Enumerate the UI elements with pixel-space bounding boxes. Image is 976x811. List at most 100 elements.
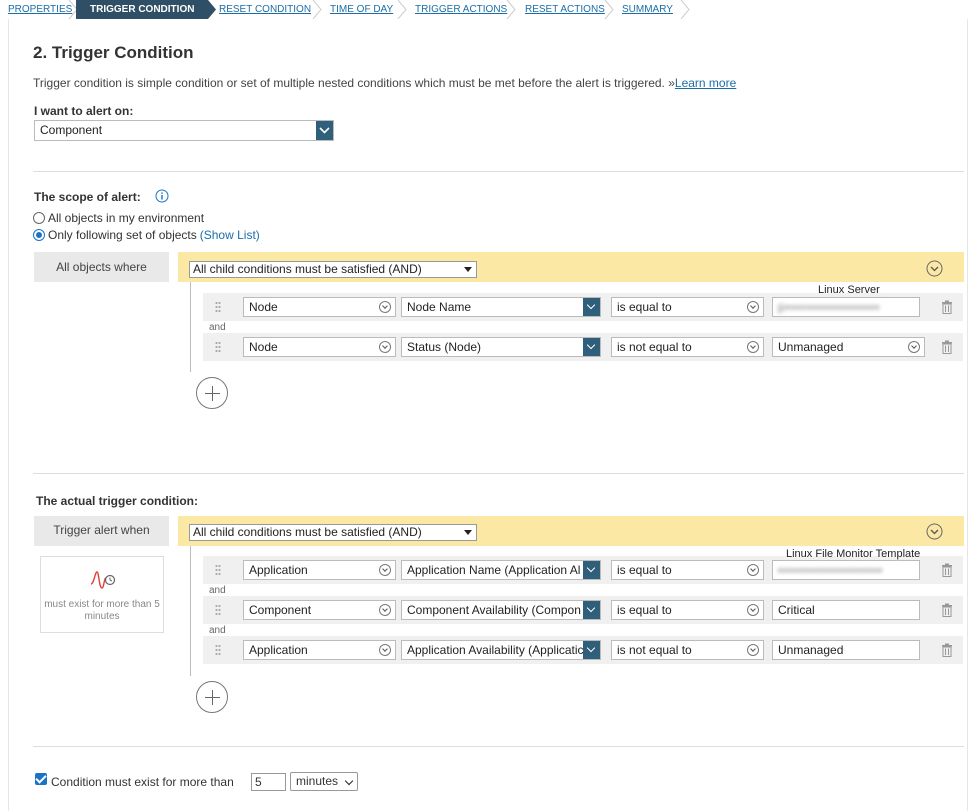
operator-select[interactable]: is not equal to (611, 640, 764, 660)
scope-condition-row-2: Node Status (Node) is not equal to Unman… (203, 333, 963, 361)
value-select[interactable]: Unmanaged (772, 337, 925, 357)
entity-value: Node (249, 340, 278, 354)
chevron-circle-icon (379, 644, 391, 656)
entity-select[interactable]: Application (243, 640, 396, 660)
collapse-chevron-icon[interactable] (926, 260, 943, 277)
add-condition-button[interactable] (196, 377, 228, 409)
operator-select[interactable]: is equal to (611, 600, 764, 620)
scope-label: The scope of alert: (34, 190, 141, 204)
operator-value: is not equal to (617, 643, 692, 657)
value-input[interactable]: Critical (772, 600, 920, 620)
field-value: Node Name (407, 300, 472, 314)
trigger-group-operator-select[interactable]: All child conditions must be satisfied (… (189, 524, 477, 541)
description: Trigger condition is simple condition or… (33, 76, 736, 90)
add-condition-button[interactable] (196, 681, 228, 713)
drag-handle-icon[interactable] (215, 564, 221, 576)
learn-more-link[interactable]: Learn more (675, 76, 736, 90)
field-value: Application Availability (Applicatic (407, 643, 584, 657)
step-reset-actions[interactable]: RESET ACTIONS (525, 0, 605, 19)
chevron-down-icon (344, 776, 354, 786)
step-trigger-actions[interactable]: TRIGGER ACTIONS (415, 0, 507, 19)
scope-option-all-label: All objects in my environment (48, 211, 205, 225)
chevron-circle-icon (379, 301, 391, 313)
scope-option-following-label: Only following set of objects (48, 228, 197, 242)
step-properties[interactable]: PROPERTIES (8, 0, 72, 19)
scope-option-all[interactable]: All objects in my environment (33, 211, 204, 225)
field-select[interactable]: Status (Node) (401, 337, 601, 357)
step-separator-icon (397, 0, 407, 19)
step-summary[interactable]: SUMMARY (622, 0, 673, 19)
triangle-down-icon (464, 530, 472, 535)
entity-value: Node (249, 300, 278, 314)
where-label: All objects where (34, 252, 169, 282)
step-time-of-day[interactable]: TIME OF DAY (330, 0, 393, 19)
trash-icon[interactable] (941, 603, 953, 617)
operator-select[interactable]: is equal to (611, 297, 764, 317)
drag-handle-icon[interactable] (215, 301, 221, 313)
page-title: 2. Trigger Condition (33, 43, 194, 62)
field-value: Component Availability (Compon (407, 603, 581, 617)
chevron-circle-icon (908, 341, 920, 353)
duration-unit-select[interactable]: minutes (290, 772, 358, 791)
tree-line (190, 546, 191, 676)
value-text: Unmanaged (778, 643, 844, 657)
scope-group-operator-select[interactable]: All child conditions must be satisfied (… (189, 261, 477, 278)
value-text: Critical (778, 603, 815, 617)
field-select[interactable]: Node Name (401, 297, 601, 317)
info-icon[interactable] (155, 189, 169, 203)
operator-select[interactable]: is equal to (611, 560, 764, 580)
trigger-condition-row-1: Application Application Name (Applicatio… (203, 556, 963, 584)
field-select[interactable]: Application Name (Application Al (401, 560, 601, 580)
step-separator-icon (680, 0, 690, 19)
scope-option-following[interactable]: Only following set of objects (Show List… (33, 228, 260, 242)
and-label: and (209, 585, 226, 596)
trash-icon[interactable] (941, 300, 953, 314)
value-input[interactable]: p▪▪▪▪▪▪▪▪▪▪▪▪▪▪▪▪▪▪ (772, 297, 920, 317)
entity-select[interactable]: Component (243, 600, 396, 620)
entity-select[interactable]: Application (243, 560, 396, 580)
scope-group-operator-value: All child conditions must be satisfied (… (193, 262, 422, 276)
trash-icon[interactable] (941, 340, 953, 354)
chevron-down-icon (583, 338, 600, 356)
trigger-when-label: Trigger alert when (34, 516, 169, 546)
trash-icon[interactable] (941, 563, 953, 577)
field-select[interactable]: Component Availability (Compon (401, 600, 601, 620)
value-input[interactable]: Unmanaged (772, 640, 920, 660)
alert-on-select[interactable]: Component (34, 120, 334, 141)
step-reset-condition[interactable]: RESET CONDITION (219, 0, 311, 19)
operator-value: is equal to (617, 563, 672, 577)
chevron-down-icon (583, 641, 600, 659)
step-separator-icon (604, 0, 614, 19)
value-input[interactable]: ▪▪▪▪▪▪▪▪▪▪▪▪▪▪▪▪▪▪▪▪ (772, 560, 920, 580)
operator-select[interactable]: is not equal to (611, 337, 764, 357)
overlay-annotation: Linux Server (818, 284, 880, 296)
entity-select[interactable]: Node (243, 297, 396, 317)
drag-handle-icon[interactable] (215, 341, 221, 353)
entity-select[interactable]: Node (243, 337, 396, 357)
step-separator-icon (506, 0, 516, 19)
step-trigger-condition[interactable]: TRIGGER CONDITION (76, 0, 209, 19)
collapse-chevron-icon[interactable] (926, 523, 943, 540)
field-value: Application Name (Application Al (407, 563, 581, 577)
trash-icon[interactable] (941, 643, 953, 657)
show-list-link[interactable]: (Show List) (200, 228, 260, 242)
field-value: Status (Node) (407, 340, 482, 354)
chevron-circle-icon (379, 604, 391, 616)
divider (33, 746, 964, 747)
entity-value: Application (249, 643, 308, 657)
triangle-down-icon (464, 267, 472, 272)
value-text-blurred: ▪▪▪▪▪▪▪▪▪▪▪▪▪▪▪▪▪▪▪▪ (778, 563, 884, 577)
drag-handle-icon[interactable] (215, 644, 221, 656)
radio-button-selected[interactable] (33, 229, 45, 241)
wizard-steps: PROPERTIES TRIGGER CONDITION RESET CONDI… (0, 0, 976, 19)
field-select[interactable]: Application Availability (Applicatic (401, 640, 601, 660)
trigger-condition-row-3: Application Application Availability (Ap… (203, 636, 963, 664)
condition-duration-checkbox[interactable] (35, 773, 47, 785)
drag-handle-icon[interactable] (215, 604, 221, 616)
step-active-arrow-icon (208, 0, 216, 19)
chevron-circle-icon (747, 301, 759, 313)
chevron-circle-icon (747, 564, 759, 576)
radio-button[interactable] (33, 212, 45, 224)
trigger-label: The actual trigger condition: (36, 494, 199, 508)
duration-value-input[interactable]: 5 (251, 773, 286, 791)
